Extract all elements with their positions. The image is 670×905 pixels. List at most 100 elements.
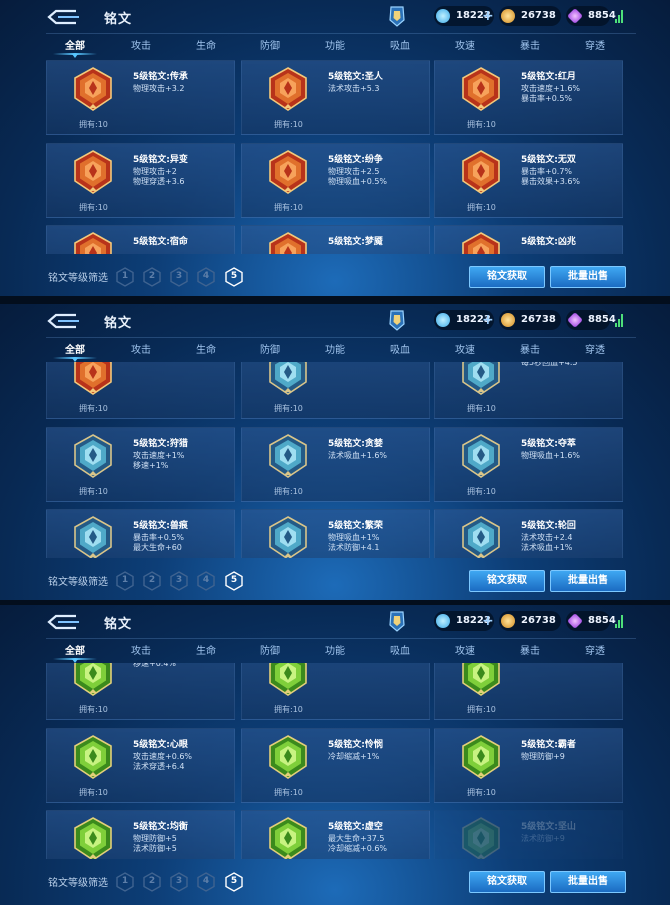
inscription-card[interactable]: 5级铭文:传承 物理攻击+3.2 拥有:10 [46,60,235,135]
tab-5[interactable]: 功能 [315,642,355,657]
level-number: 1 [121,575,129,585]
back-arrow-icon[interactable] [46,613,82,631]
level-filter-5[interactable]: 5 [225,571,243,591]
obtain-inscription-button[interactable]: 铭文获取 [469,570,545,592]
bulk-sell-button[interactable]: 批量出售 [550,871,626,893]
tab-7[interactable]: 攻速 [445,642,485,657]
tab-5[interactable]: 功能 [315,37,355,52]
tab-4[interactable]: 防御 [250,341,290,356]
inscription-gem-icon [73,735,113,779]
level-filter-4[interactable]: 4 [197,872,215,892]
tab-1[interactable]: 全部 [53,341,97,362]
inscription-card[interactable]: 物理穿透+6.4拥有:10 [434,663,623,720]
inscription-card[interactable]: 每5秒回血+5.2移速+0.4%拥有:10 [46,663,235,720]
inscription-card[interactable]: 最大生命+60每5秒回血+4.5拥有:10 [434,362,623,419]
inscription-card[interactable]: 移速+1%拥有:10 [241,663,430,720]
add-diamond-button[interactable]: + [482,310,494,330]
inscription-gem-icon [461,67,501,111]
inscription-card[interactable]: 5级铭文:繁荣 物理吸血+1% 法术防御+4.1 [241,509,430,558]
level-filter-5[interactable]: 5 [225,267,243,287]
inscription-card[interactable]: 5级铭文:心眼 攻击速度+0.6% 法术穿透+6.4 拥有:10 [46,728,235,803]
tab-1[interactable]: 全部 [53,37,97,58]
inscription-name: 5级铭文:异变 [133,155,188,165]
level-filter-2[interactable]: 2 [143,571,161,591]
inscription-stat: 法术吸血+1.6% [328,451,388,460]
tab-8[interactable]: 暴击 [510,642,550,657]
gem-currency: 8854 [566,6,616,26]
inscription-name: 5级铭文:纷争 [328,155,383,165]
inscription-card[interactable]: 5级铭文:异变 物理攻击+2 物理穿透+3.6 拥有:10 [46,143,235,218]
inscription-shield-icon[interactable] [388,309,406,331]
tab-4[interactable]: 防御 [250,37,290,52]
tab-7[interactable]: 攻速 [445,341,485,356]
level-filter-1[interactable]: 1 [116,267,134,287]
inscription-name: 5级铭文:狩猎 [133,439,188,449]
back-arrow-icon[interactable] [46,312,82,330]
tab-3[interactable]: 生命 [186,642,226,657]
level-filter-1[interactable]: 1 [116,872,134,892]
inscription-card[interactable]: 5级铭文:圣人 法术攻击+5.3 拥有:10 [241,60,430,135]
tab-3[interactable]: 生命 [186,341,226,356]
tab-9[interactable]: 穿透 [575,642,615,657]
inscription-card[interactable]: 5级铭文:虚空 最大生命+37.5 冷却缩减+0.6% [241,810,430,859]
inscription-card[interactable]: 5级铭文:凶兆 [434,225,623,254]
bulk-sell-button[interactable]: 批量出售 [550,570,626,592]
tab-1[interactable]: 全部 [53,642,97,663]
tab-5[interactable]: 功能 [315,341,355,356]
inscription-gem-icon [268,150,308,194]
level-filter-2[interactable]: 2 [143,267,161,287]
tab-2[interactable]: 攻击 [121,37,161,52]
level-number: 3 [175,575,183,585]
inscription-card[interactable]: 暴击率+1.6%拥有:10 [46,362,235,419]
inscription-card[interactable]: 5级铭文:狩猎 攻击速度+1% 移速+1% 拥有:10 [46,427,235,502]
inscription-name: 5级铭文:虚空 [328,822,383,832]
tab-8[interactable]: 暴击 [510,37,550,52]
level-filter-1[interactable]: 1 [116,571,134,591]
inscription-shield-icon[interactable] [388,610,406,632]
tab-9[interactable]: 穿透 [575,37,615,52]
level-filter-3[interactable]: 3 [170,267,188,287]
inscription-card[interactable]: 5级铭文:霸者 物理防御+9 拥有:10 [434,728,623,803]
level-filter-5[interactable]: 5 [225,872,243,892]
tab-6[interactable]: 吸血 [380,341,420,356]
inscription-shield-icon[interactable] [388,5,406,27]
obtain-inscription-button[interactable]: 铭文获取 [469,266,545,288]
tab-4[interactable]: 防御 [250,642,290,657]
inscription-card[interactable]: 5级铭文:宿命 [46,225,235,254]
inscription-card[interactable]: 5级铭文:无双 暴击率+0.7% 暴击效果+3.6% 拥有:10 [434,143,623,218]
tab-label: 全部 [65,345,85,356]
add-diamond-button[interactable]: + [482,611,494,631]
gem-currency: 8854 [566,310,616,330]
top-bar: 铭文 18223 + 26738 8854 [0,304,670,338]
inscription-card[interactable]: 5级铭文:贪婪 法术吸血+1.6% 拥有:10 [241,427,430,502]
level-filter-4[interactable]: 4 [197,571,215,591]
inscription-card[interactable]: 最大生命+75拥有:10 [241,362,430,419]
level-filter-3[interactable]: 3 [170,872,188,892]
inscription-name: 5级铭文:红月 [521,72,576,82]
inscription-card[interactable]: 5级铭文:轮回 法术攻击+2.4 法术吸血+1% [434,509,623,558]
tab-3[interactable]: 生命 [186,37,226,52]
inscription-card[interactable]: 5级铭文:均衡 物理防御+5 法术防御+5 [46,810,235,859]
inscription-card[interactable]: 5级铭文:兽痕 暴击率+0.5% 最大生命+60 [46,509,235,558]
tab-7[interactable]: 攻速 [445,37,485,52]
inscription-card[interactable]: 5级铭文:梦魇 [241,225,430,254]
level-filter-3[interactable]: 3 [170,571,188,591]
tab-8[interactable]: 暴击 [510,341,550,356]
tab-6[interactable]: 吸血 [380,642,420,657]
inscription-card[interactable]: 5级铭文:坚山 法术防御+9 [434,810,623,859]
back-arrow-icon[interactable] [46,8,82,26]
tab-2[interactable]: 攻击 [121,642,161,657]
tab-2[interactable]: 攻击 [121,341,161,356]
level-filter-2[interactable]: 2 [143,872,161,892]
inscription-card[interactable]: 5级铭文:夺萃 物理吸血+1.6% 拥有:10 [434,427,623,502]
inscription-card[interactable]: 5级铭文:红月 攻击速度+1.6% 暴击率+0.5% 拥有:10 [434,60,623,135]
level-filter-4[interactable]: 4 [197,267,215,287]
tab-9[interactable]: 穿透 [575,341,615,356]
tab-6[interactable]: 吸血 [380,37,420,52]
obtain-inscription-button[interactable]: 铭文获取 [469,871,545,893]
inscription-name: 5级铭文:贪婪 [328,439,383,449]
bulk-sell-button[interactable]: 批量出售 [550,266,626,288]
inscription-card[interactable]: 5级铭文:纷争 物理攻击+2.5 物理吸血+0.5% 拥有:10 [241,143,430,218]
inscription-card[interactable]: 5级铭文:怜悯 冷却缩减+1% 拥有:10 [241,728,430,803]
add-diamond-button[interactable]: + [482,6,494,26]
